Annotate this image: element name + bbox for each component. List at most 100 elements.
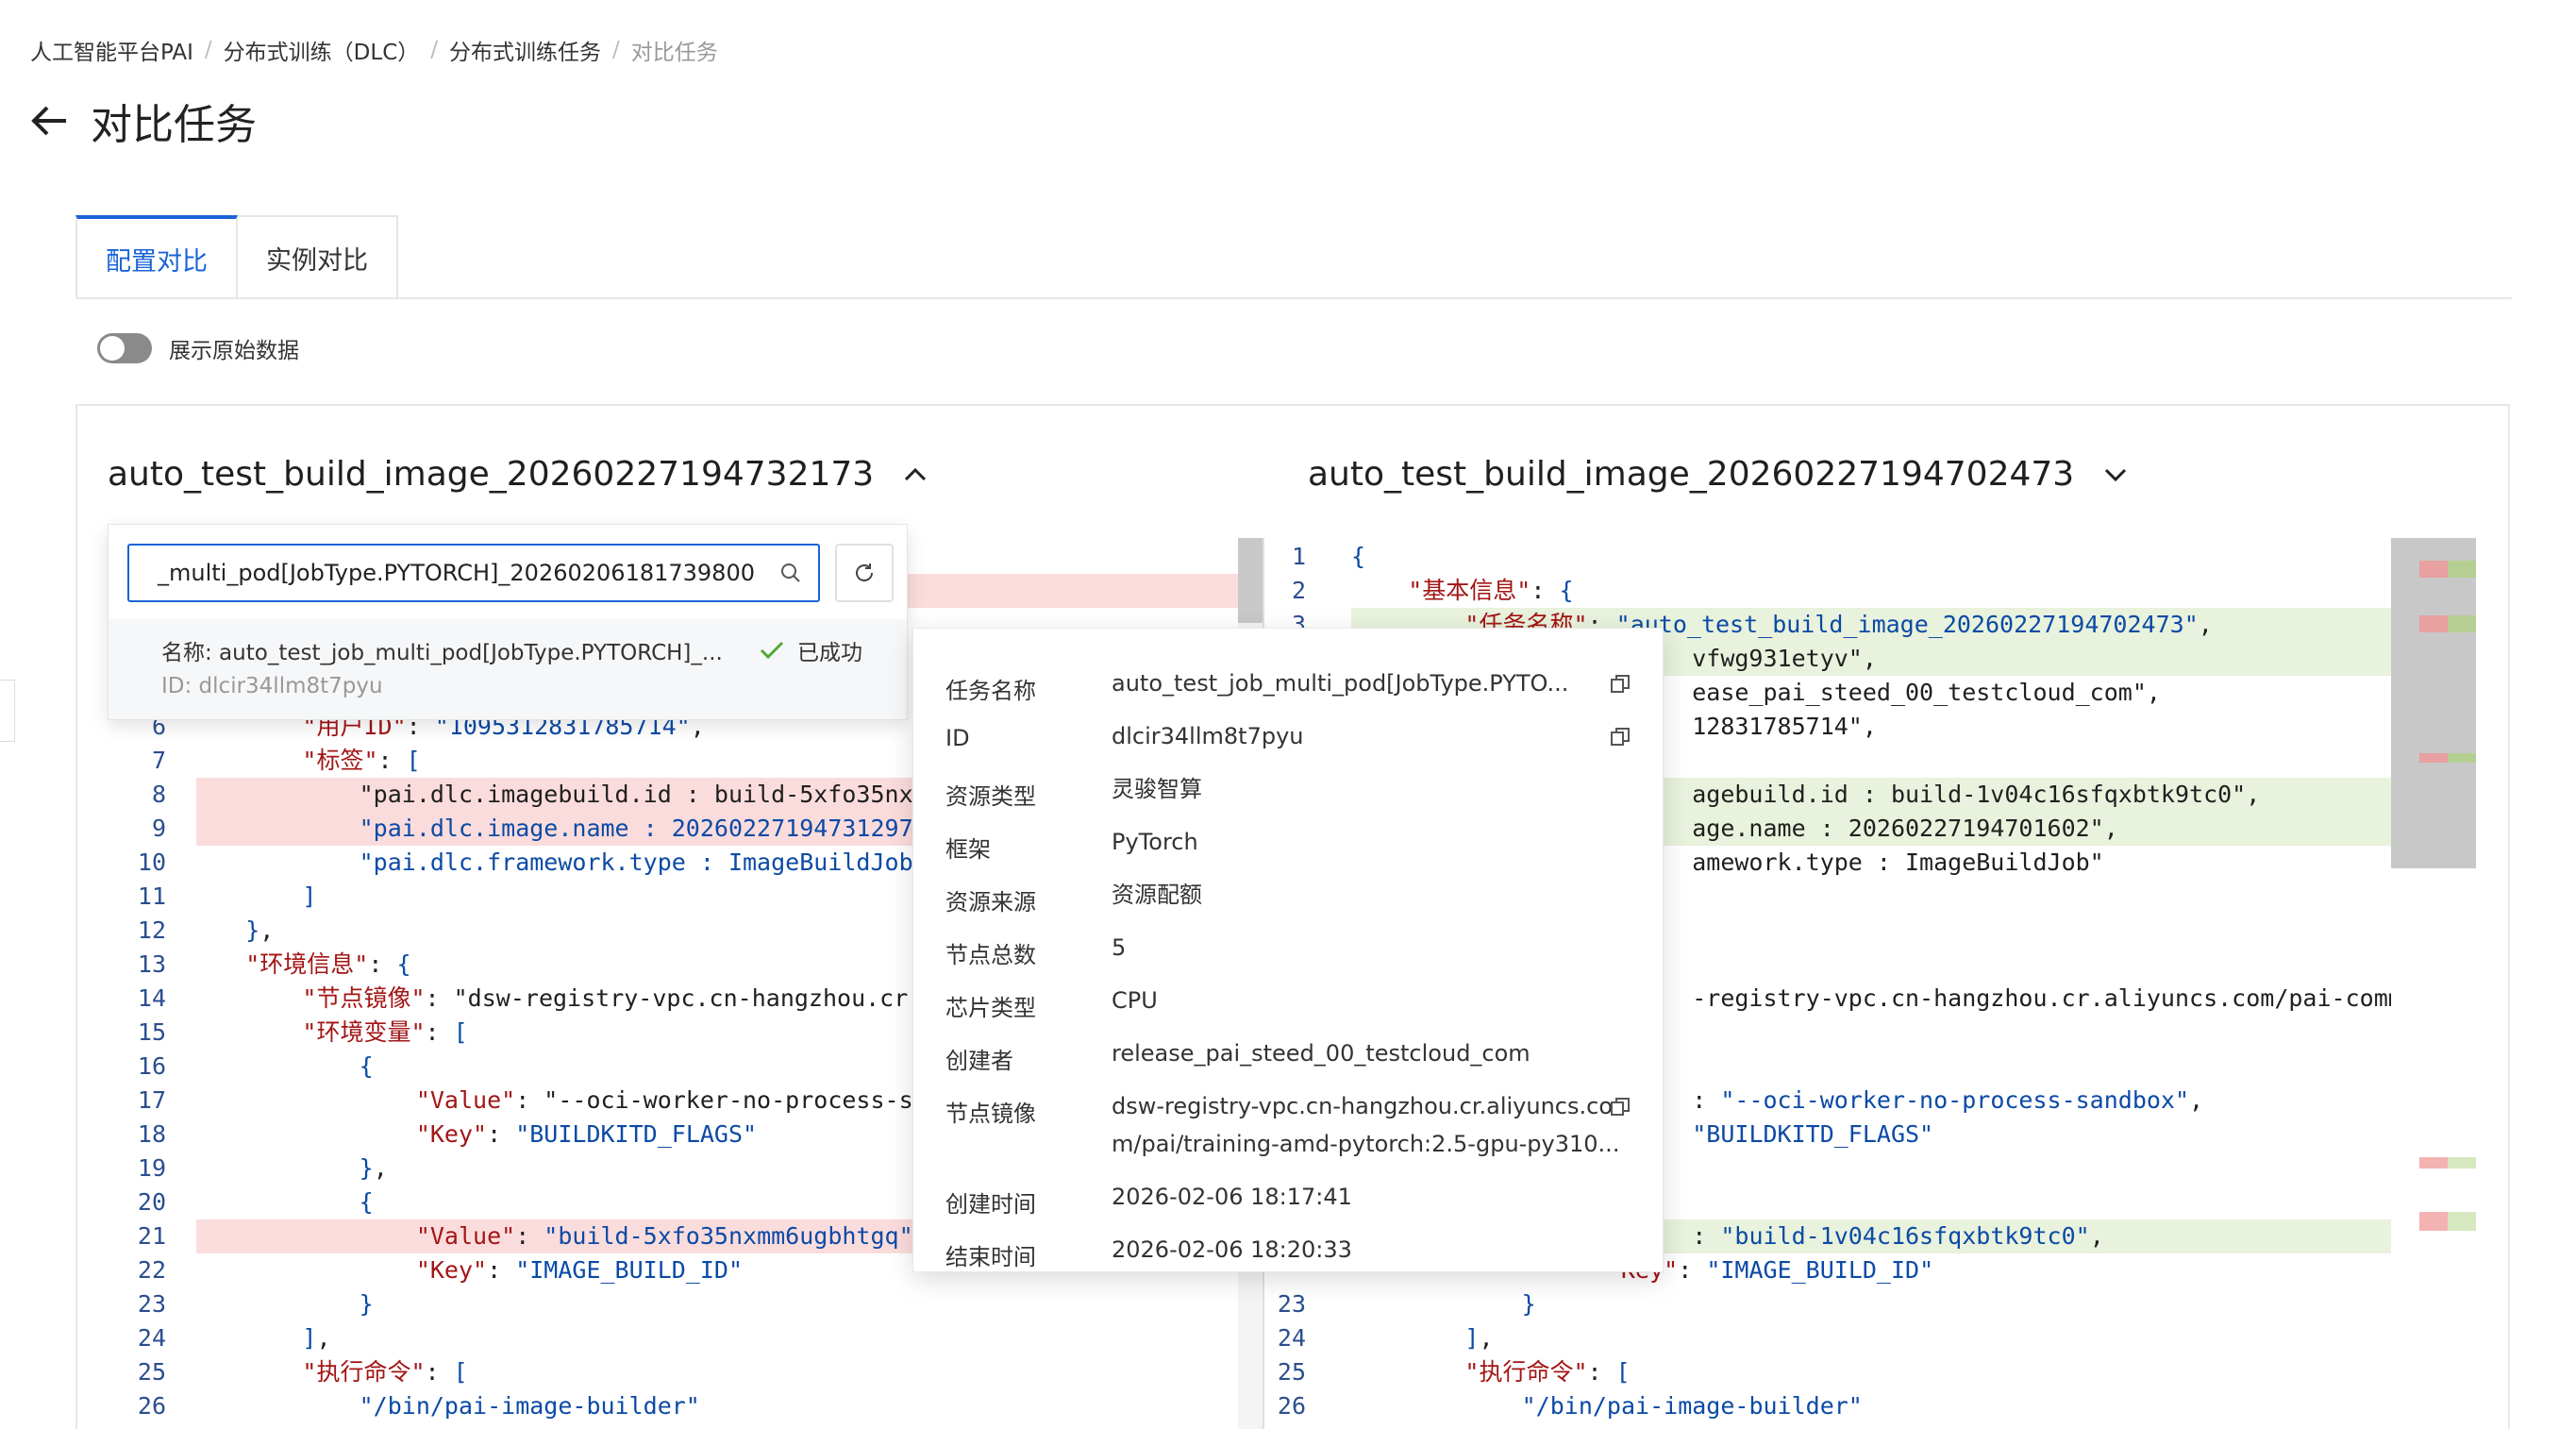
line-number: 14 (137, 984, 166, 1012)
copy-icon[interactable] (1610, 1097, 1631, 1118)
code-text: ], (1464, 1324, 1494, 1352)
code-text: "pai.dlc.image.name : 20260227194731297"… (359, 815, 942, 842)
code-text: { (359, 1052, 374, 1080)
line-number: 16 (137, 1052, 166, 1080)
code-line: 26 "/bin/pai-image-builder" (108, 1389, 1238, 1423)
breadcrumb-jobs[interactable]: 分布式训练任务 (449, 34, 601, 66)
copy-icon[interactable] (1610, 727, 1631, 748)
detail-row: 结束时间 2026-02-06 18:20:33 (945, 1236, 1621, 1271)
line-number: 19 (137, 1154, 166, 1182)
job-search-value[interactable]: _multi_pod[JobType.PYTORCH]_202602061817… (129, 560, 778, 586)
page-title: 对比任务 (91, 101, 257, 149)
detail-label: 芯片类型 (945, 995, 1036, 1021)
code-line: 25 "执行命令": [ (108, 1355, 1238, 1389)
code-text: "环境变量": [ (302, 1018, 468, 1046)
code-text: "执行命令": [ (1464, 1358, 1631, 1386)
line-number: 22 (137, 1256, 166, 1284)
code-text: "标签": [ (302, 747, 421, 774)
code-text: "pai.dlc.framework.type : ImageBuildJob" (359, 849, 928, 876)
job-search-input[interactable]: _multi_pod[JobType.PYTORCH]_202602061817… (127, 544, 820, 602)
back-arrow-icon[interactable] (28, 100, 70, 142)
line-number: 26 (1277, 1392, 1306, 1420)
detail-value-text: 5 (1112, 934, 1127, 961)
chevron-up-icon[interactable] (902, 462, 928, 488)
refresh-icon (856, 563, 873, 581)
code-text: }, (245, 916, 275, 944)
line-number: 15 (137, 1018, 166, 1046)
job-search-option[interactable]: 名称: auto_test_job_multi_pod[JobType.PYTO… (109, 619, 907, 719)
detail-value-text: 资源配额 (1112, 882, 1202, 908)
copy-icon[interactable] (1610, 674, 1631, 695)
option-job-name: 名称: auto_test_job_multi_pod[JobType.PYTO… (161, 641, 723, 665)
job-details-popover: 任务名称 auto_test_job_multi_pod[JobType.PYTO… (912, 628, 1664, 1272)
detail-value: 5 (1112, 929, 1621, 969)
detail-label: 节点总数 (945, 942, 1036, 968)
line-number: 24 (137, 1324, 166, 1352)
code-line: 2 "基本信息": { (1264, 574, 2391, 608)
line-number: 17 (137, 1086, 166, 1114)
raw-data-toggle-label: 展示原始数据 (169, 339, 299, 363)
line-number: 1 (1291, 543, 1306, 570)
tab-bar: 配置对比 实例对比 (75, 215, 398, 298)
code-line: 24 ], (1264, 1321, 2391, 1355)
detail-row: 任务名称 auto_test_job_multi_pod[JobType.PYTO… (945, 670, 1621, 705)
raw-data-toggle[interactable] (97, 333, 152, 363)
line-number: 20 (137, 1188, 166, 1216)
detail-row: 框架 PyTorch (945, 829, 1621, 864)
detail-value: CPU (1112, 982, 1621, 1022)
detail-value-text: dsw-registry-vpc.cn-hangzhou.cr.aliyuncs… (1112, 1093, 1613, 1119)
right-job-selector[interactable]: auto_test_build_image_20260227194702473 (1308, 455, 2129, 494)
refresh-button[interactable] (835, 544, 894, 602)
search-icon[interactable] (778, 561, 803, 585)
code-text: } (359, 1290, 374, 1318)
line-number: 26 (137, 1392, 166, 1420)
line-number: 25 (1277, 1358, 1306, 1386)
detail-label: ID (945, 725, 970, 751)
job-search-dropdown: _multi_pod[JobType.PYTORCH]_202602061817… (108, 524, 908, 720)
code-text: } (1521, 1290, 1536, 1318)
code-text: "pai.dlc.imagebuild.id : build-5xfo35nxm… (189, 781, 942, 808)
diff-overview-ruler[interactable] (2391, 538, 2476, 868)
code-text: "Key": "BUILDKITD_FLAGS" (415, 1120, 758, 1148)
detail-value: release_pai_steed_00_testcloud_com (1112, 1034, 1621, 1075)
code-text: "基本信息": { (1408, 577, 1574, 604)
detail-label: 资源类型 (945, 783, 1036, 810)
side-expand-handle[interactable] (0, 680, 15, 742)
code-text: "Value": "--oci-worker-no-process-san (415, 1086, 942, 1114)
breadcrumb-pai[interactable]: 人工智能平台PAI (30, 34, 193, 66)
status-text: 已成功 (797, 641, 862, 665)
breadcrumb-dlc[interactable]: 分布式训练（DLC） (224, 34, 420, 66)
detail-value: PyTorch (1112, 823, 1621, 864)
detail-value: dsw-registry-vpc.cn-hangzhou.cr.aliyuncs… (1112, 1087, 1621, 1163)
code-text: { (359, 1188, 374, 1216)
tab-instance-compare[interactable]: 实例对比 (238, 215, 398, 298)
line-number: 2 (1291, 577, 1306, 604)
left-job-selector[interactable]: auto_test_build_image_20260227194732173 (108, 455, 928, 494)
breadcrumb-current: 对比任务 (630, 41, 718, 65)
detail-label: 结束时间 (945, 1244, 1036, 1270)
detail-row: 创建时间 2026-02-06 18:17:41 (945, 1184, 1621, 1219)
detail-row: ID dlcir34llm8t7pyu (945, 723, 1621, 755)
code-line: 24 ], (108, 1321, 1238, 1355)
left-job-name: auto_test_build_image_20260227194732173 (108, 455, 875, 494)
detail-row: 资源来源 资源配额 (945, 882, 1621, 916)
line-number: 23 (137, 1290, 166, 1318)
detail-value-text: dlcir34llm8t7pyu (1112, 723, 1304, 749)
check-icon (760, 641, 784, 660)
detail-value: dlcir34llm8t7pyu (1112, 717, 1621, 755)
detail-row: 芯片类型 CPU (945, 987, 1621, 1022)
detail-row: 资源类型 灵骏智算 (945, 776, 1621, 811)
code-text: "Value": "build-5xfo35nxmm6ugbhtgq", (415, 1222, 928, 1250)
detail-label: 框架 (945, 836, 991, 863)
option-job-id: ID: dlcir34llm8t7pyu (161, 674, 383, 698)
detail-value-text: 2026-02-06 18:17:41 (1112, 1184, 1352, 1210)
line-number: 13 (137, 950, 166, 978)
chevron-down-icon[interactable] (2102, 462, 2129, 488)
line-number: 21 (137, 1222, 166, 1250)
code-line: 26 "/bin/pai-image-builder" (1264, 1389, 2391, 1423)
line-number: 10 (137, 849, 166, 876)
detail-value: 资源配额 (1112, 876, 1621, 916)
detail-value: 2026-02-06 18:20:33 (1112, 1231, 1621, 1271)
tab-config-compare[interactable]: 配置对比 (75, 215, 238, 298)
detail-label: 创建者 (945, 1048, 1013, 1074)
